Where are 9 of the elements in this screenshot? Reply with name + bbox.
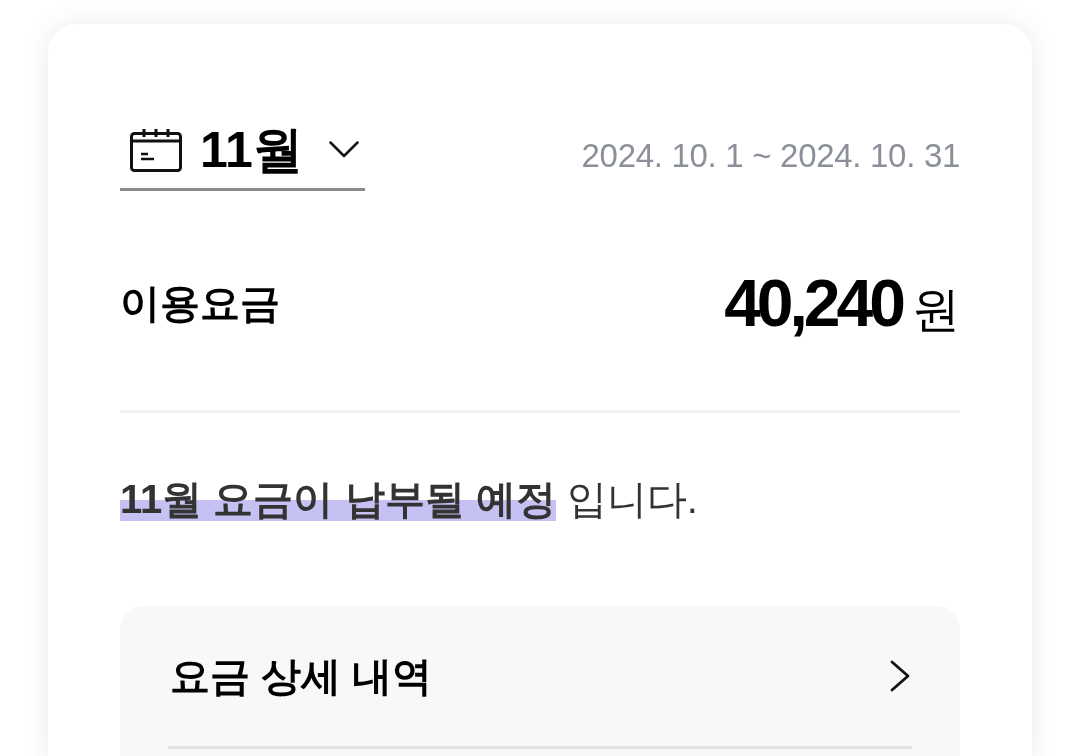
chevron-right-icon: [890, 660, 910, 692]
calendar-icon: [130, 127, 182, 172]
currency-unit: 원: [912, 282, 960, 338]
billing-period: 2024. 10. 1 ~ 2024. 10. 31: [581, 137, 960, 176]
fee-detail-link[interactable]: 요금 상세 내역: [168, 606, 912, 746]
chevron-down-icon: [328, 141, 359, 158]
fee-amount: 40,240: [724, 268, 902, 338]
fee-label: 이용요금: [120, 280, 280, 326]
month-selector[interactable]: 11월: [120, 111, 365, 191]
